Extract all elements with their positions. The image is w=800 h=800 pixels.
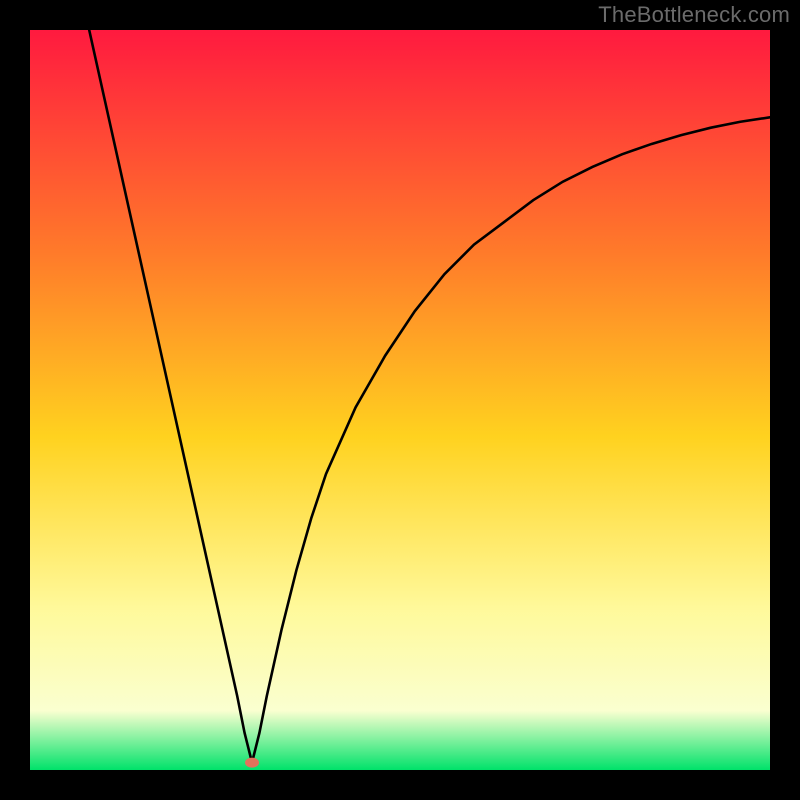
chart-frame: TheBottleneck.com	[0, 0, 800, 800]
plot-area	[30, 30, 770, 770]
watermark-text: TheBottleneck.com	[598, 2, 790, 28]
optimal-point-marker	[245, 758, 259, 768]
plot-svg	[30, 30, 770, 770]
